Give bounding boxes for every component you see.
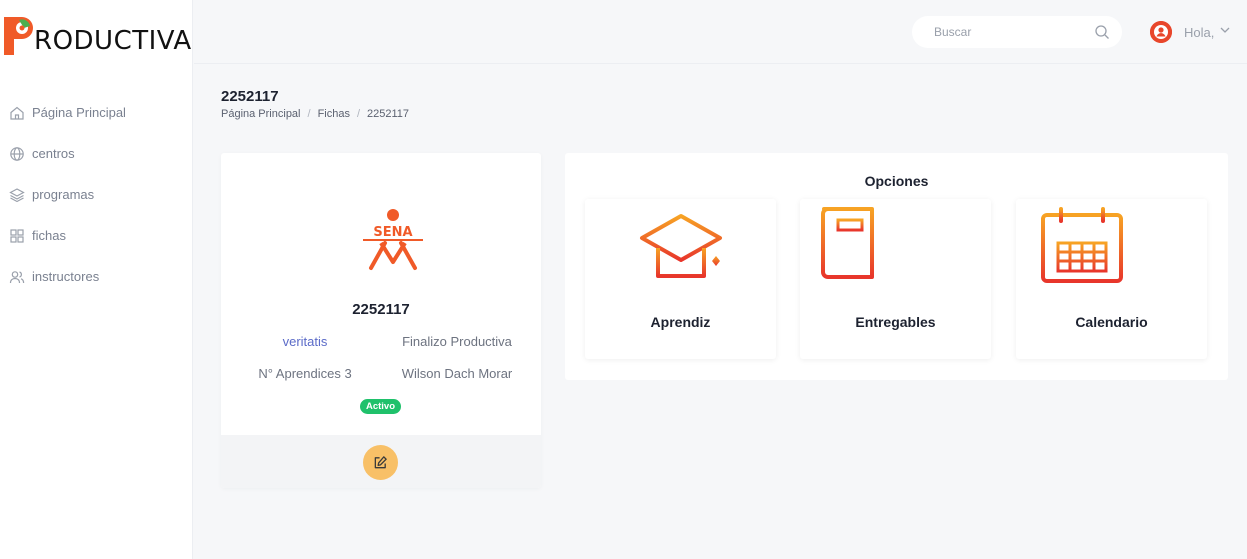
search-input[interactable]	[934, 25, 1094, 39]
ficha-title: 2252117	[352, 301, 410, 318]
sidebar-item-pagina-principal[interactable]: Página Principal	[0, 92, 193, 133]
sidebar-item-label: Página Principal	[32, 105, 126, 120]
top-header: Hola,	[194, 0, 1247, 64]
sidebar-item-label: programas	[32, 187, 95, 202]
breadcrumb-separator: /	[307, 108, 311, 120]
breadcrumb: Página Principal / Fichas / 2252117	[221, 108, 409, 120]
grid-icon	[9, 228, 25, 244]
breadcrumb-current: 2252117	[367, 108, 410, 120]
instructor-name: Wilson Dach Morar	[401, 366, 513, 381]
user-menu[interactable]: Hola,	[1150, 20, 1231, 44]
card-footer	[221, 435, 541, 488]
book-icon	[820, 207, 874, 279]
globe-icon	[9, 146, 25, 162]
chevron-down-icon	[1219, 23, 1231, 41]
sidebar-item-centros[interactable]: centros	[0, 133, 193, 174]
sidebar-item-instructores[interactable]: instructores	[0, 256, 193, 297]
sidebar-item-programas[interactable]: programas	[0, 174, 193, 215]
breadcrumb-home[interactable]: Página Principal	[221, 108, 301, 120]
avatar	[1150, 21, 1172, 43]
ficha-status-text: Finalizo Productiva	[402, 334, 512, 349]
page-title: 2252117	[221, 88, 279, 105]
greeting-text: Hola,	[1184, 24, 1215, 40]
status-badge: Activo	[360, 399, 401, 414]
program-link[interactable]: veritatis	[241, 334, 369, 349]
option-calendario[interactable]: Calendario	[1016, 199, 1207, 359]
options-heading: Opciones	[864, 173, 929, 189]
sidebar-item-label: fichas	[32, 228, 66, 243]
home-icon	[9, 105, 25, 121]
layers-icon	[9, 187, 25, 203]
sena-logo: SENA	[363, 209, 423, 270]
sidebar-item-label: instructores	[32, 269, 100, 284]
option-label: Aprendiz	[650, 314, 711, 330]
sidebar: RODUCTIVA Página Principal centros progr…	[0, 0, 193, 559]
breadcrumb-separator: /	[356, 108, 361, 120]
option-label: Entregables	[855, 314, 936, 330]
app-logo[interactable]: RODUCTIVA	[2, 10, 192, 62]
sidebar-nav: Página Principal centros programas ficha…	[0, 92, 193, 297]
option-entregables[interactable]: Entregables	[800, 199, 991, 359]
ficha-card: SENA 2252117 veritatis Finalizo Producti…	[221, 153, 541, 488]
edit-button[interactable]	[363, 445, 398, 480]
edit-icon	[374, 456, 387, 469]
logo-text: RODUCTIVA	[34, 26, 192, 56]
users-icon	[9, 269, 25, 285]
option-aprendiz[interactable]: Aprendiz	[585, 199, 776, 359]
productiva-logo-icon	[4, 17, 33, 55]
breadcrumb-fichas[interactable]: Fichas	[318, 108, 350, 120]
sena-logo-text: SENA	[373, 225, 412, 240]
sidebar-item-label: centros	[32, 146, 75, 161]
options-panel: Opciones Aprendiz Entregables Calendario	[565, 153, 1228, 380]
apprentice-count: N° Aprendices 3	[258, 366, 352, 381]
graduation-cap-icon	[639, 214, 722, 278]
search-box	[912, 16, 1122, 48]
search-icon[interactable]	[1094, 24, 1110, 40]
calendar-icon	[1040, 207, 1123, 283]
sidebar-item-fichas[interactable]: fichas	[0, 215, 193, 256]
option-label: Calendario	[1075, 314, 1148, 330]
